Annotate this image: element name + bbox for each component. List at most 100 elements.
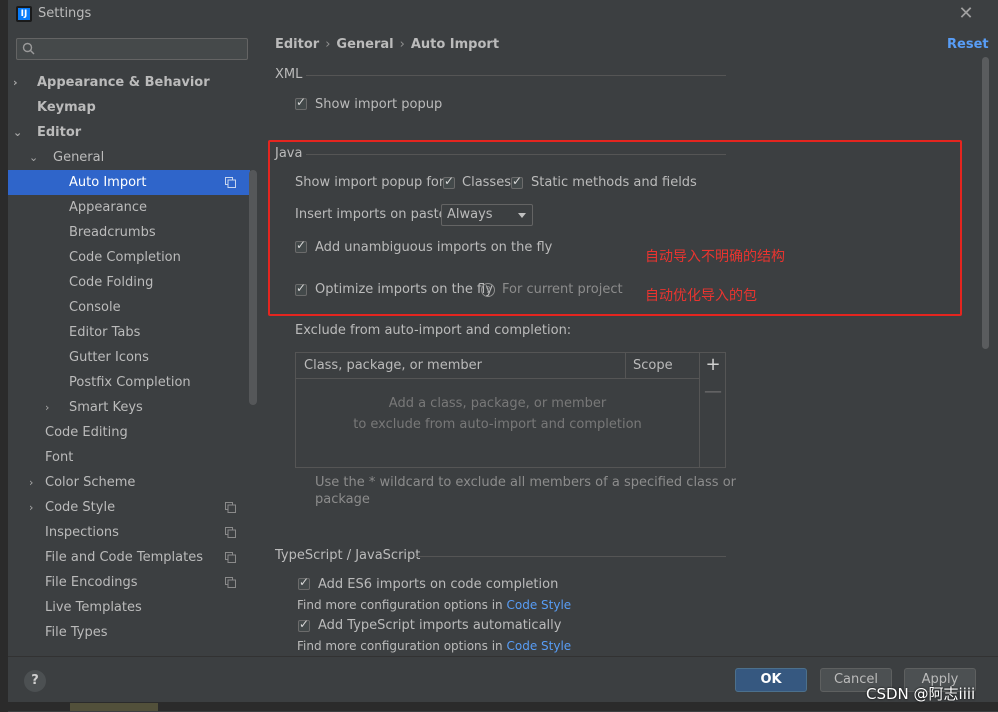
chevron-right-icon[interactable]: › xyxy=(45,395,49,420)
sidebar-item-file-types[interactable]: File Types xyxy=(8,620,250,645)
sidebar-item-label: Editor Tabs xyxy=(69,325,141,340)
sidebar-item-keymap[interactable]: Keymap xyxy=(8,95,250,120)
sidebar-item-label: File and Code Templates xyxy=(45,550,203,565)
static-methods-label: Static methods and fields xyxy=(531,175,697,190)
code-style-link[interactable]: Code Style xyxy=(507,639,572,653)
sidebar-item-label: Inspections xyxy=(45,525,119,540)
add-button[interactable]: + xyxy=(704,355,722,375)
find-more-text: Find more configuration options in Code … xyxy=(297,598,571,612)
xml-show-popup-checkbox[interactable] xyxy=(295,95,307,110)
close-icon[interactable]: ✕ xyxy=(957,4,975,24)
remove-button[interactable]: — xyxy=(704,382,722,402)
classes-checkbox[interactable] xyxy=(443,174,455,189)
project-scope-icon xyxy=(225,502,236,513)
sidebar-item-label: Code Editing xyxy=(45,425,128,440)
column-divider xyxy=(625,353,626,378)
sidebar-item-file-encodings[interactable]: File Encodings xyxy=(8,570,250,595)
sidebar-item-smart-keys[interactable]: › Smart Keys xyxy=(8,395,250,420)
optimize-imports-label: Optimize imports on the fly xyxy=(315,282,493,297)
sidebar-item-label: Smart Keys xyxy=(69,400,143,415)
window-title: Settings xyxy=(38,6,92,21)
ts-imports-checkbox[interactable] xyxy=(298,617,310,632)
project-scope-icon xyxy=(225,527,236,538)
table-toolbar-divider xyxy=(699,353,700,467)
sidebar-item-label: Code Style xyxy=(45,500,116,515)
xml-section-title: XML xyxy=(275,67,303,82)
unambiguous-imports-label: Add unambiguous imports on the fly xyxy=(315,240,553,255)
sidebar-item-label: Keymap xyxy=(37,100,96,115)
sidebar-item-label: File Encodings xyxy=(45,575,138,590)
sidebar-item-live-templates[interactable]: Live Templates xyxy=(8,595,250,620)
title-bar xyxy=(8,0,998,29)
insert-on-paste-dropdown[interactable]: Always xyxy=(441,204,533,226)
sidebar-item-auto-import[interactable]: Auto Import xyxy=(8,170,250,195)
search-icon xyxy=(21,41,37,57)
sidebar-item-gutter-icons[interactable]: Gutter Icons xyxy=(8,345,250,370)
column-header-scope[interactable]: Scope xyxy=(633,358,673,373)
sidebar-item-label: Appearance & Behavior xyxy=(37,75,210,90)
app-logo-icon: IJ xyxy=(16,6,32,22)
sidebar-item-code-folding[interactable]: Code Folding xyxy=(8,270,250,295)
xml-show-popup-label: Show import popup xyxy=(315,97,443,112)
main-scrollbar[interactable] xyxy=(982,57,989,349)
annotation-optimize: 自动优化导入的包 xyxy=(645,288,757,304)
optimize-imports-checkbox[interactable] xyxy=(295,281,307,296)
sidebar-item-code-completion[interactable]: Code Completion xyxy=(8,245,250,270)
background-editor-highlight xyxy=(70,703,158,711)
column-header-class[interactable]: Class, package, or member xyxy=(304,358,482,373)
sidebar-item-code-editing[interactable]: Code Editing xyxy=(8,420,250,445)
xml-divider xyxy=(306,75,726,76)
help-button[interactable]: ? xyxy=(24,670,46,692)
insert-on-paste-value: Always xyxy=(447,207,493,222)
es6-imports-checkbox[interactable] xyxy=(298,575,310,590)
sidebar-item-file-and-code-templates[interactable]: File and Code Templates xyxy=(8,545,250,570)
ts-divider xyxy=(415,556,726,557)
chevron-right-icon[interactable]: › xyxy=(29,495,33,520)
find-more-label: Find more configuration options in xyxy=(297,598,503,612)
sidebar-item-editor-tabs[interactable]: Editor Tabs xyxy=(8,320,250,345)
sidebar-item-color-scheme[interactable]: › Color Scheme xyxy=(8,470,250,495)
search-input[interactable] xyxy=(16,38,248,60)
chevron-down-icon[interactable]: ⌄ xyxy=(13,120,22,145)
sidebar-item-label: Live Templates xyxy=(45,600,142,615)
sidebar-scrollbar[interactable] xyxy=(249,170,257,405)
unambiguous-imports-checkbox[interactable] xyxy=(295,238,307,253)
sidebar-item-general[interactable]: ⌄ General xyxy=(8,145,250,170)
project-scope-icon xyxy=(225,177,236,188)
sidebar-item-label: Code Folding xyxy=(69,275,154,290)
classes-label: Classes xyxy=(462,175,511,190)
sidebar-item-font[interactable]: Font xyxy=(8,445,250,470)
breadcrumb-current: Auto Import xyxy=(410,37,500,52)
reset-link[interactable]: Reset xyxy=(947,37,989,52)
insert-on-paste-label: Insert imports on paste: xyxy=(295,207,452,222)
breadcrumb-general: General xyxy=(336,37,394,52)
sidebar-item-label: Console xyxy=(69,300,121,315)
sidebar-item-inspections[interactable]: Inspections xyxy=(8,520,250,545)
es6-imports-label: Add ES6 imports on code completion xyxy=(318,577,559,592)
breadcrumb-separator: › xyxy=(399,37,405,52)
sidebar-item-editor[interactable]: ⌄ Editor xyxy=(8,120,250,145)
sidebar-item-breadcrumbs[interactable]: Breadcrumbs xyxy=(8,220,250,245)
chevron-right-icon[interactable]: › xyxy=(29,470,33,495)
code-style-link[interactable]: Code Style xyxy=(507,598,572,612)
ok-button[interactable]: OK xyxy=(735,668,807,692)
sidebar-item-console[interactable]: Console xyxy=(8,295,250,320)
sidebar-item-code-style[interactable]: › Code Style xyxy=(8,495,250,520)
sidebar-item-appearance-behavior[interactable]: › Appearance & Behavior xyxy=(8,70,250,95)
project-scope-icon xyxy=(225,577,236,588)
sidebar-item-label: Color Scheme xyxy=(45,475,136,490)
app-logo-text: IJ xyxy=(20,9,28,19)
sidebar-item-label: Appearance xyxy=(69,200,148,215)
popup-for-label: Show import popup for: xyxy=(295,175,449,190)
help-icon[interactable]: ? xyxy=(481,283,495,297)
sidebar-item-label: General xyxy=(53,150,105,165)
chevron-right-icon[interactable]: › xyxy=(13,70,18,95)
sidebar-item-appearance[interactable]: Appearance xyxy=(8,195,250,220)
chevron-down-icon xyxy=(518,213,526,218)
breadcrumb: Editor › General › Auto Import xyxy=(275,37,499,52)
wildcard-hint: Use the * wildcard to exclude all member… xyxy=(315,475,737,490)
chevron-down-icon[interactable]: ⌄ xyxy=(29,145,38,170)
static-methods-checkbox[interactable] xyxy=(511,174,523,189)
sidebar-item-label: Editor xyxy=(37,125,82,140)
sidebar-item-postfix-completion[interactable]: Postfix Completion xyxy=(8,370,250,395)
